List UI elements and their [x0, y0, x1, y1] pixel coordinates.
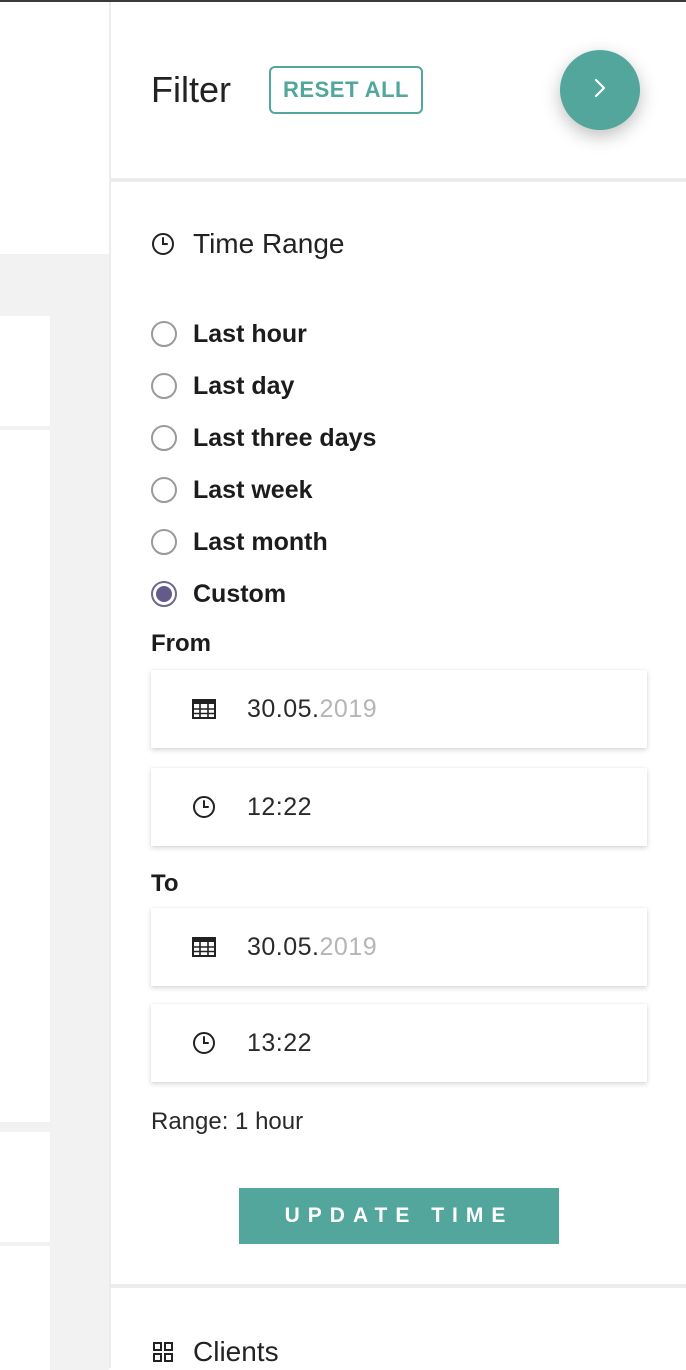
- clients-heading[interactable]: Clients: [151, 1336, 279, 1368]
- radio-label: Last week: [193, 475, 313, 504]
- from-date-year: 2019: [319, 694, 378, 723]
- from-date-input[interactable]: 30.05.2019: [151, 670, 647, 748]
- filter-title: Filter: [151, 69, 231, 110]
- radio-button[interactable]: [151, 373, 177, 399]
- radio-last-three-days[interactable]: Last three days: [151, 412, 376, 464]
- to-date-value: 30.05.: [247, 932, 320, 961]
- to-date-input[interactable]: 30.05.2019: [151, 908, 647, 986]
- radio-custom[interactable]: Custom: [151, 568, 376, 620]
- background-card: [0, 1132, 50, 1242]
- clock-icon: [151, 232, 175, 256]
- collapse-sidebar-button[interactable]: [560, 50, 640, 130]
- background-panel: [0, 2, 109, 1370]
- radio-button[interactable]: [151, 477, 177, 503]
- radio-last-hour[interactable]: Last hour: [151, 308, 376, 360]
- section-divider: [111, 1284, 686, 1288]
- radio-label: Last hour: [193, 319, 307, 348]
- filter-header: Filter RESET ALL: [111, 2, 686, 178]
- calendar-icon: [191, 696, 217, 722]
- to-label: To: [151, 870, 179, 897]
- to-time-value: 13:22: [247, 1028, 313, 1057]
- background-card: [0, 1246, 50, 1370]
- clock-icon: [191, 1030, 217, 1056]
- radio-label: Custom: [193, 579, 287, 608]
- from-date-value: 30.05.: [247, 694, 320, 723]
- from-label: From: [151, 630, 211, 657]
- radio-button[interactable]: [151, 529, 177, 555]
- radio-label: Last three days: [193, 423, 377, 452]
- radio-button[interactable]: [151, 425, 177, 451]
- radio-last-day[interactable]: Last day: [151, 360, 376, 412]
- filter-sidebar: Filter RESET ALL Time Range Last hour La…: [109, 2, 686, 1368]
- time-range-options: Last hour Last day Last three days Last …: [151, 308, 376, 620]
- range-summary: Range: 1 hour: [151, 1108, 304, 1135]
- radio-label: Last day: [193, 371, 295, 400]
- radio-button[interactable]: [151, 321, 177, 347]
- radio-last-week[interactable]: Last week: [151, 464, 376, 516]
- radio-button-selected[interactable]: [151, 581, 177, 607]
- grid-icon: [151, 1340, 175, 1364]
- from-time-input[interactable]: 12:22: [151, 768, 647, 846]
- calendar-icon: [191, 934, 217, 960]
- background-card: [0, 316, 50, 426]
- update-time-button[interactable]: UPDATE TIME: [239, 1188, 559, 1244]
- background-card: [0, 430, 50, 1122]
- to-time-input[interactable]: 13:22: [151, 1004, 647, 1082]
- time-range-title: Time Range: [193, 228, 345, 259]
- section-divider: [111, 178, 686, 182]
- to-date-year: 2019: [319, 932, 378, 961]
- radio-label: Last month: [193, 527, 328, 556]
- radio-last-month[interactable]: Last month: [151, 516, 376, 568]
- from-time-value: 12:22: [247, 792, 313, 821]
- clock-icon: [191, 794, 217, 820]
- chevron-right-icon: [589, 77, 611, 104]
- clients-title: Clients: [193, 1336, 279, 1367]
- reset-all-button[interactable]: RESET ALL: [269, 66, 423, 114]
- time-range-heading: Time Range: [151, 228, 344, 260]
